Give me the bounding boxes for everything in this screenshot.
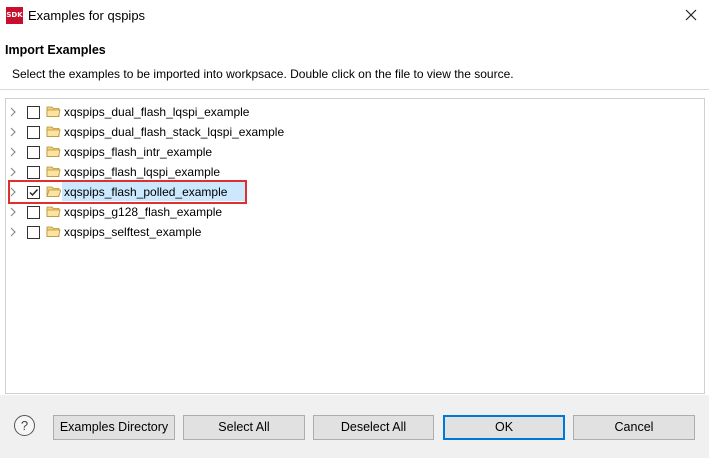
chevron-right-icon[interactable] — [8, 227, 18, 237]
folder-icon — [46, 226, 61, 237]
tree-item-label: xqspips_dual_flash_lqspi_example — [64, 105, 250, 119]
ok-button[interactable]: OK — [443, 415, 565, 440]
tree-item-label: xqspips_flash_lqspi_example — [64, 165, 221, 179]
checkbox[interactable] — [27, 106, 40, 119]
header-description: Select the examples to be imported into … — [12, 67, 514, 81]
help-icon: ? — [20, 418, 29, 433]
folder-icon — [46, 166, 61, 177]
examples-tree[interactable]: xqspips_dual_flash_lqspi_example xqspips… — [5, 98, 705, 394]
checkbox[interactable] — [27, 166, 40, 179]
select-all-button[interactable]: Select All — [183, 415, 305, 440]
close-icon — [685, 9, 697, 21]
tree-item[interactable]: xqspips_flash_intr_example — [6, 142, 704, 162]
close-button[interactable] — [676, 2, 706, 28]
dialog-header: Import Examples Select the examples to b… — [0, 31, 709, 90]
folder-icon — [46, 206, 61, 217]
examples-directory-button[interactable]: Examples Directory — [53, 415, 175, 440]
tree-item-label: xqspips_dual_flash_stack_lqspi_example — [64, 125, 285, 139]
folder-icon — [46, 126, 61, 137]
annotation-highlight-box — [8, 180, 247, 204]
tree-item[interactable]: xqspips_dual_flash_stack_lqspi_example — [6, 122, 704, 142]
tree-item[interactable]: xqspips_dual_flash_lqspi_example — [6, 102, 704, 122]
header-divider — [0, 89, 709, 90]
tree-item[interactable]: xqspips_selftest_example — [6, 222, 704, 242]
checkbox[interactable] — [27, 226, 40, 239]
tree-item-label: xqspips_selftest_example — [64, 225, 202, 239]
tree-item-label: xqspips_g128_flash_example — [64, 205, 223, 219]
folder-icon — [46, 146, 61, 157]
checkbox[interactable] — [27, 206, 40, 219]
chevron-right-icon[interactable] — [8, 127, 18, 137]
checkbox[interactable] — [27, 126, 40, 139]
tree-item[interactable]: xqspips_flash_lqspi_example — [6, 162, 704, 182]
header-title: Import Examples — [5, 43, 106, 57]
chevron-right-icon[interactable] — [8, 207, 18, 217]
cancel-button[interactable]: Cancel — [573, 415, 695, 440]
chevron-right-icon[interactable] — [8, 107, 18, 117]
folder-icon — [46, 106, 61, 117]
chevron-right-icon[interactable] — [8, 147, 18, 157]
window-title: Examples for qspips — [28, 8, 146, 23]
tree-item[interactable]: xqspips_g128_flash_example — [6, 202, 704, 222]
tree-item-label: xqspips_flash_intr_example — [64, 145, 213, 159]
chevron-right-icon[interactable] — [8, 167, 18, 177]
deselect-all-button[interactable]: Deselect All — [313, 415, 434, 440]
sdk-app-icon: SDK — [6, 7, 23, 24]
checkbox[interactable] — [27, 146, 40, 159]
help-button[interactable]: ? — [14, 415, 35, 436]
